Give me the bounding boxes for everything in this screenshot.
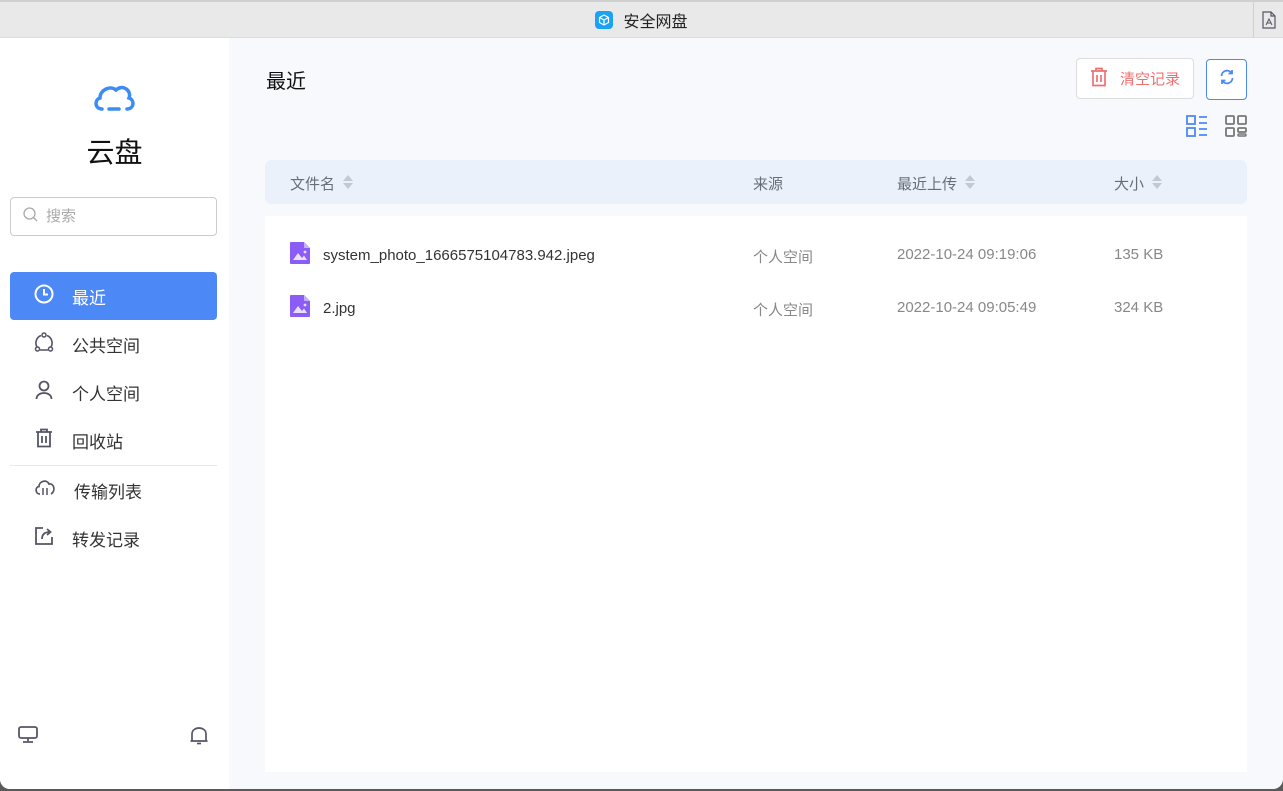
table-header: 文件名 来源 最近上传 大小	[265, 160, 1247, 204]
sidebar-item-label: 个人空间	[72, 380, 140, 405]
column-label: 来源	[753, 173, 783, 194]
cloud-logo-icon	[92, 82, 136, 117]
trash-icon	[1090, 67, 1108, 91]
sidebar: 云盘 最近 公共空间 个人空间 回收站 传输列表 转发记录	[0, 38, 229, 789]
file-source: 个人空间	[753, 246, 813, 267]
column-header-uploaded[interactable]: 最近上传	[897, 173, 975, 194]
sidebar-item-personal-space[interactable]: 个人空间	[10, 368, 217, 416]
list-view-icon[interactable]	[1186, 115, 1208, 142]
sidebar-item-label: 公共空间	[72, 332, 140, 357]
clear-history-label: 清空记录	[1120, 68, 1180, 89]
image-file-icon	[290, 242, 310, 268]
monitor-icon[interactable]	[18, 726, 38, 749]
sidebar-item-transfer-list[interactable]: 传输列表	[10, 466, 217, 514]
sidebar-item-forward-history[interactable]: 转发记录	[10, 514, 217, 562]
sort-icon[interactable]	[1152, 174, 1162, 194]
sort-icon[interactable]	[343, 174, 353, 194]
column-header-filename[interactable]: 文件名	[290, 173, 353, 194]
sidebar-item-public-space[interactable]: 公共空间	[10, 320, 217, 368]
grid-view-icon[interactable]	[1225, 115, 1247, 142]
file-name[interactable]: system_photo_1666575104783.942.jpeg	[323, 247, 595, 264]
refresh-icon	[1219, 69, 1235, 90]
file-table: system_photo_1666575104783.942.jpeg 个人空间…	[265, 216, 1247, 772]
pdf-icon[interactable]	[1253, 2, 1283, 38]
sort-icon[interactable]	[965, 174, 975, 194]
file-source: 个人空间	[753, 299, 813, 320]
clear-history-button[interactable]: 清空记录	[1076, 58, 1194, 99]
window-title: 安全网盘	[623, 8, 687, 32]
file-size: 135 KB	[1114, 246, 1163, 263]
file-uploaded-time: 2022-10-24 09:05:49	[897, 299, 1036, 316]
share-icon	[34, 332, 54, 357]
sidebar-item-recycle-bin[interactable]: 回收站	[10, 416, 217, 464]
file-size: 324 KB	[1114, 299, 1163, 316]
cloud-transfer-icon	[34, 479, 56, 502]
sidebar-item-label: 转发记录	[72, 526, 140, 551]
app-window: 安全网盘 云盘 最近 公共空间 个人空间 回收站 传输列表	[0, 0, 1283, 789]
user-icon	[34, 380, 54, 405]
sidebar-item-recent[interactable]: 最近	[10, 272, 217, 320]
title-bar: 安全网盘	[0, 0, 1283, 38]
search-box[interactable]	[10, 197, 217, 236]
sidebar-item-label: 最近	[72, 284, 106, 309]
forward-icon	[34, 526, 54, 551]
bell-icon[interactable]	[189, 724, 209, 751]
column-label: 大小	[1114, 173, 1144, 194]
column-header-size[interactable]: 大小	[1114, 173, 1162, 194]
table-row[interactable]: 2.jpg 个人空间 2022-10-24 09:05:49 324 KB	[265, 284, 1247, 334]
app-icon	[595, 11, 613, 29]
search-input[interactable]	[46, 208, 196, 225]
refresh-button[interactable]	[1206, 59, 1247, 100]
search-icon	[23, 207, 38, 227]
page-title: 最近	[266, 65, 306, 94]
file-uploaded-time: 2022-10-24 09:19:06	[897, 246, 1036, 263]
table-row[interactable]: system_photo_1666575104783.942.jpeg 个人空间…	[265, 231, 1247, 281]
sidebar-item-label: 传输列表	[74, 478, 142, 503]
image-file-icon	[290, 295, 310, 321]
column-header-source: 来源	[753, 173, 783, 194]
file-name[interactable]: 2.jpg	[323, 300, 356, 317]
column-label: 最近上传	[897, 173, 957, 194]
sidebar-item-label: 回收站	[72, 428, 123, 453]
trash-icon	[34, 428, 54, 453]
brand-title: 云盘	[0, 131, 229, 171]
column-label: 文件名	[290, 173, 335, 194]
clock-icon	[34, 284, 54, 309]
